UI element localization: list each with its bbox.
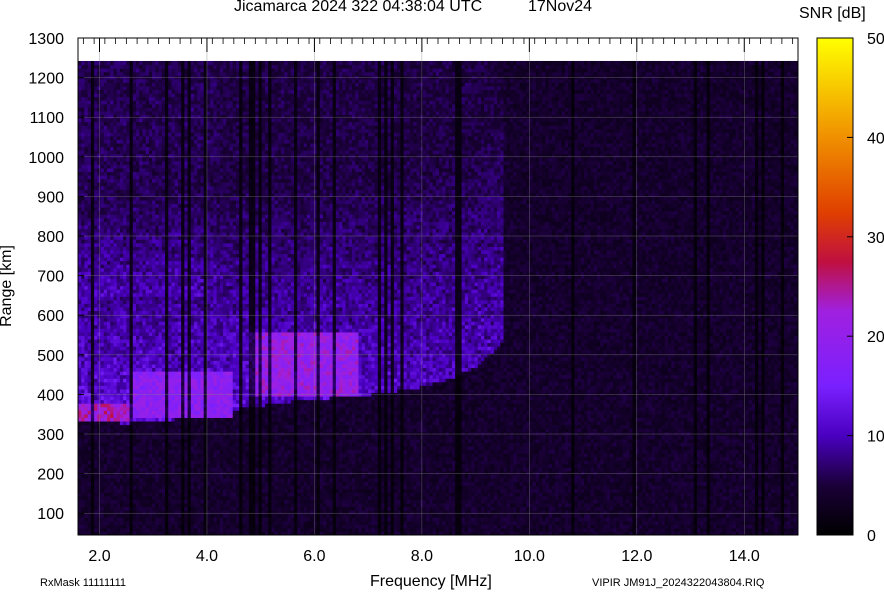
heatmap-layer: [78, 60, 798, 535]
ionogram-chart: 2.0 4.0 6.0 8.0 10.0 12.0 14.0 100200300400500…: [28, 31, 884, 565]
